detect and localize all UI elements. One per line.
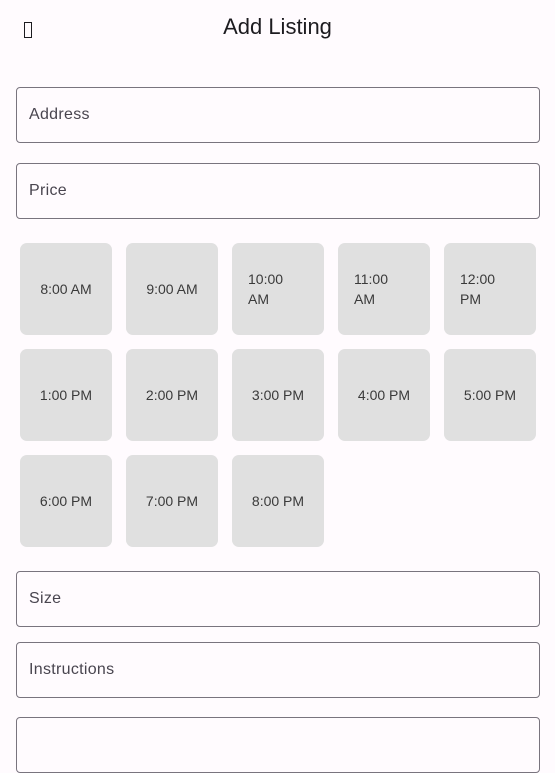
time-slot-3pm[interactable]: 3:00 PM [232, 349, 324, 441]
time-slot-1pm[interactable]: 1:00 PM [20, 349, 112, 441]
time-slot-label: 2:00 PM [145, 387, 199, 403]
page-title: Add Listing [223, 14, 332, 39]
time-slot-label: 8:00 PM [251, 493, 305, 509]
time-slot-4pm[interactable]: 4:00 PM [338, 349, 430, 441]
time-slot-label: 11:00 AM [354, 271, 388, 307]
time-slot-label: 3:00 PM [251, 387, 305, 403]
time-slot-label: 12:00 PM [460, 271, 496, 307]
app-bar: Add Listing [0, 0, 555, 56]
time-slot-label: 4:00 PM [357, 387, 411, 403]
time-slot-8pm[interactable]: 8:00 PM [232, 455, 324, 547]
time-slot-2pm[interactable]: 2:00 PM [126, 349, 218, 441]
time-slot-8am[interactable]: 8:00 AM [20, 243, 112, 335]
time-slot-grid: 8:00 AM 9:00 AM 10:00 AM 11:00 AM 12:00 … [20, 243, 536, 547]
time-slot-10am[interactable]: 10:00 AM [232, 243, 324, 335]
address-field[interactable]: Address [16, 87, 540, 143]
price-field[interactable]: Price [16, 163, 540, 219]
time-slot-7pm[interactable]: 7:00 PM [126, 455, 218, 547]
time-slot-label: 6:00 PM [39, 493, 93, 509]
time-slot-label: 7:00 PM [145, 493, 199, 509]
time-slot-label: 8:00 AM [40, 281, 92, 297]
size-field-label: Size [29, 590, 62, 607]
time-slot-12pm[interactable]: 12:00 PM [444, 243, 536, 335]
time-slot-5pm[interactable]: 5:00 PM [444, 349, 536, 441]
time-slot-6pm[interactable]: 6:00 PM [20, 455, 112, 547]
time-slot-9am[interactable]: 9:00 AM [126, 243, 218, 335]
price-field-label: Price [29, 182, 67, 199]
address-field-label: Address [29, 106, 90, 123]
size-field[interactable]: Size [16, 571, 540, 627]
time-slot-11am[interactable]: 11:00 AM [338, 243, 430, 335]
time-slot-label: 5:00 PM [463, 387, 517, 403]
time-slot-label: 9:00 AM [146, 281, 198, 297]
instructions-field-label: Instructions [29, 661, 115, 678]
instructions-field[interactable]: Instructions [16, 642, 540, 698]
time-slot-label: 10:00 AM [248, 271, 284, 307]
time-slot-label: 1:00 PM [39, 387, 93, 403]
